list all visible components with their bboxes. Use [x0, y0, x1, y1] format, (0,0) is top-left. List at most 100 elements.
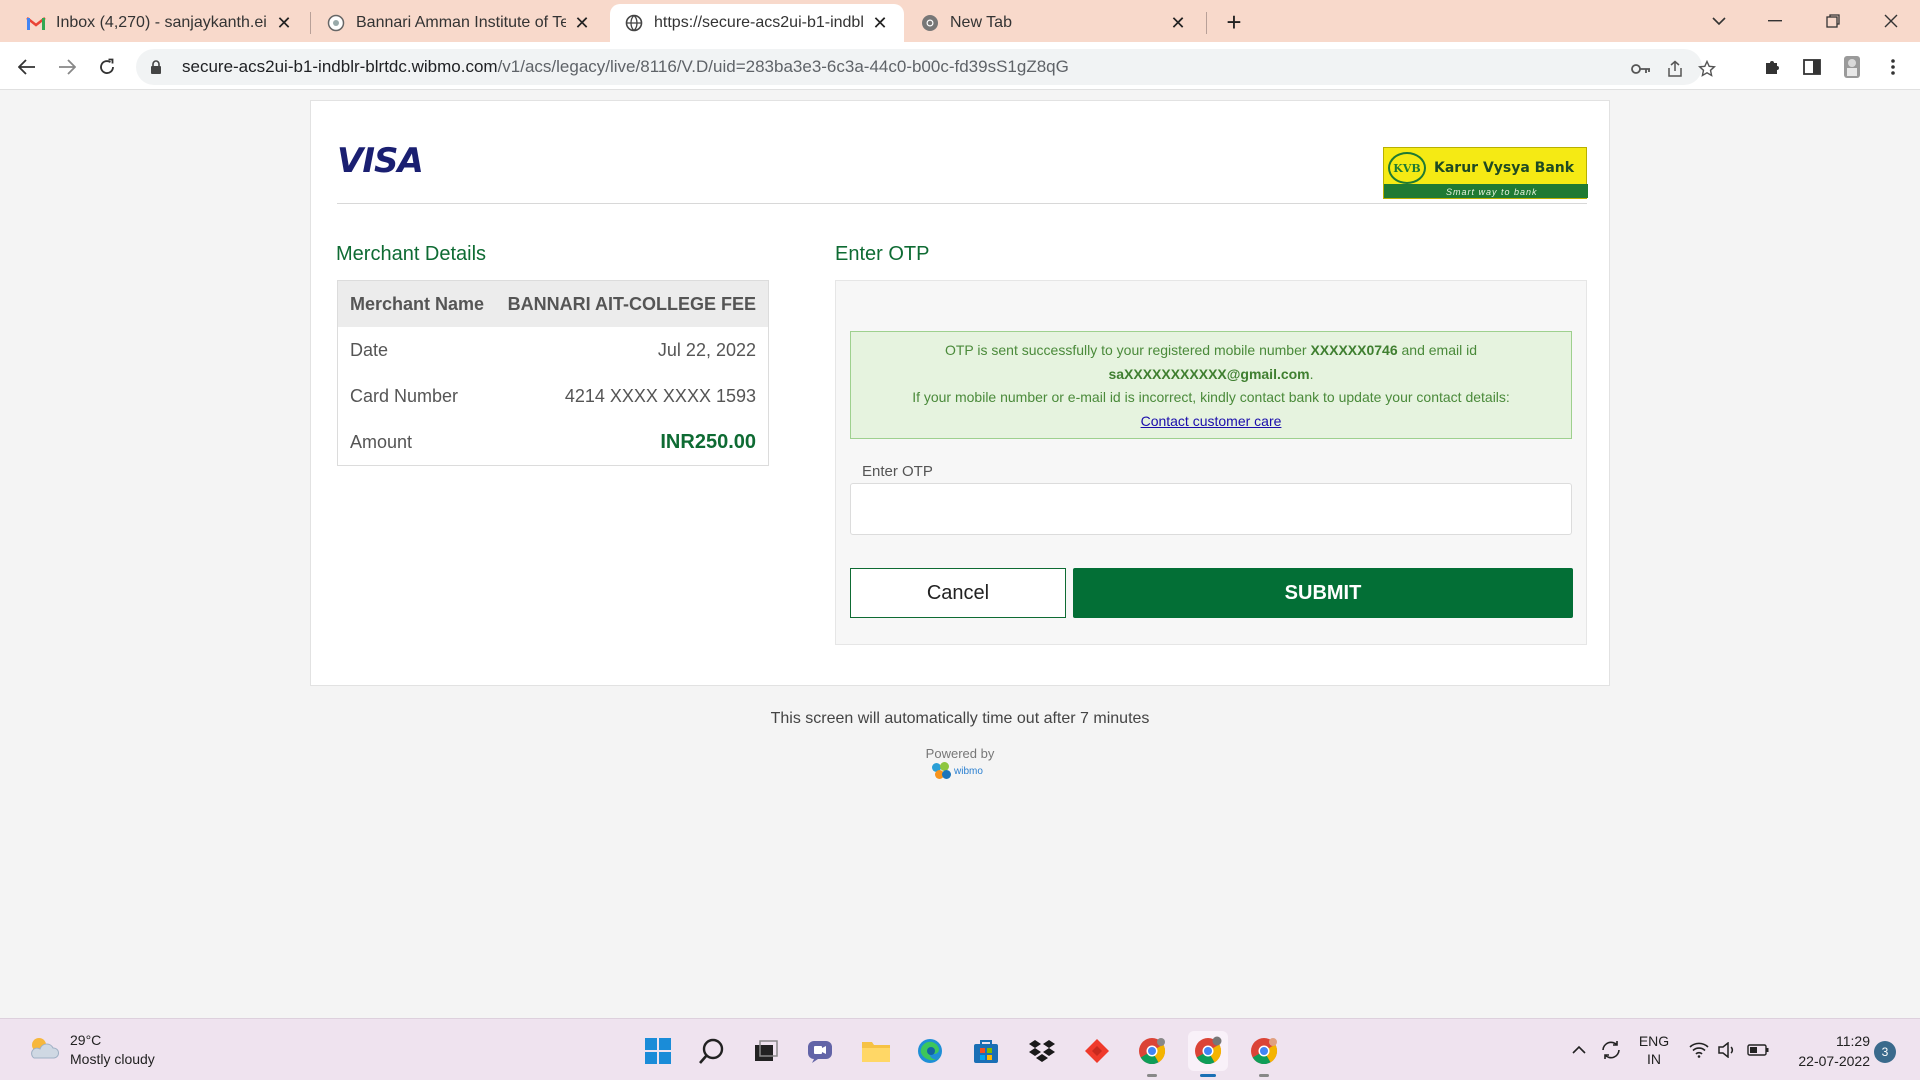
clock-date: 22-07-2022 [1798, 1053, 1870, 1069]
running-indicator [1147, 1074, 1157, 1077]
weather-widget[interactable]: 29°C Mostly cloudy [26, 1031, 155, 1069]
otp-panel: OTP is sent successfully to your registe… [835, 280, 1587, 645]
cancel-button[interactable]: Cancel [850, 568, 1066, 618]
speaker-icon[interactable] [1714, 1019, 1740, 1080]
running-indicator [1259, 1074, 1269, 1077]
merchant-name-value: BANNARI AIT-COLLEGE FEE [507, 293, 756, 314]
powered-by-label: Powered by [925, 746, 995, 761]
otp-input[interactable] [850, 483, 1572, 535]
browser-toolbar: secure-acs2ui-b1-indblr-blrtdc.wibmo.com… [0, 42, 1920, 90]
merchant-details-table: Merchant Name BANNARI AIT-COLLEGE FEE Da… [337, 280, 769, 466]
forward-button[interactable] [50, 50, 84, 84]
restore-button[interactable] [1808, 0, 1858, 42]
kebab-menu-icon[interactable] [1882, 56, 1904, 78]
header-divider [337, 203, 1587, 204]
masked-email: saXXXXXXXXXXX@gmail.com [1108, 365, 1310, 382]
tab-secure-acs[interactable]: https://secure-acs2ui-b1-indblr-b ✕ [610, 4, 904, 42]
edge-browser-icon[interactable] [910, 1031, 950, 1071]
microsoft-store-icon[interactable] [966, 1031, 1006, 1071]
close-icon[interactable]: ✕ [572, 13, 592, 33]
wifi-icon[interactable] [1686, 1019, 1712, 1080]
key-icon[interactable] [1630, 58, 1652, 80]
notification-badge[interactable]: 3 [1874, 1041, 1896, 1063]
acs-card: VISA KVB Karur Vysya Bank Smart way to b… [310, 100, 1610, 686]
otp-field-label: Enter OTP [862, 463, 933, 480]
side-panel-icon[interactable] [1801, 56, 1823, 78]
tab-gmail[interactable]: Inbox (4,270) - sanjaykanth.ei19@ ✕ [12, 4, 308, 42]
language-indicator[interactable]: ENG IN [1632, 1019, 1676, 1080]
amount-value: INR250.00 [660, 430, 756, 453]
bank-tagline: Smart way to bank [1446, 187, 1538, 197]
close-window-button[interactable] [1866, 0, 1916, 42]
message-text: OTP is sent successfully to your registe… [944, 342, 1311, 358]
college-icon [326, 13, 346, 33]
wibmo-logo: wibmo [932, 762, 983, 780]
profile-avatar[interactable] [1841, 56, 1863, 78]
chrome-icon[interactable] [1132, 1031, 1172, 1077]
minimize-button[interactable] [1750, 0, 1800, 42]
file-explorer-icon[interactable] [856, 1031, 896, 1071]
tab-divider [310, 12, 311, 34]
back-button[interactable] [10, 50, 44, 84]
tab-bannari[interactable]: Bannari Amman Institute of Techn ✕ [312, 4, 606, 42]
bookmark-star-icon[interactable] [1696, 58, 1718, 80]
chrome-icon[interactable] [1188, 1031, 1228, 1077]
merchant-details-title: Merchant Details [336, 243, 487, 265]
anydesk-icon[interactable] [1077, 1031, 1117, 1071]
dropbox-icon[interactable] [1022, 1031, 1062, 1071]
url-host: secure-acs2ui-b1-indblr-blrtdc.wibmo.com [182, 57, 498, 76]
chrome-icon [920, 13, 940, 33]
partly-cloudy-icon [26, 1034, 60, 1067]
share-icon[interactable] [1664, 58, 1686, 80]
table-row: Merchant Name BANNARI AIT-COLLEGE FEE [338, 281, 768, 327]
tab-title: Bannari Amman Institute of Techn [356, 14, 566, 31]
reload-button[interactable] [90, 50, 124, 84]
close-icon[interactable]: ✕ [870, 13, 890, 33]
table-row: Amount INR250.00 [338, 419, 768, 465]
sync-icon[interactable] [1598, 1019, 1624, 1080]
tab-title: https://secure-acs2ui-b1-indblr-b [654, 14, 864, 31]
tab-divider [1206, 12, 1207, 34]
clock-time: 11:29 [1836, 1033, 1870, 1049]
submit-button[interactable]: SUBMIT [1073, 568, 1573, 618]
chrome-icon[interactable] [1244, 1031, 1284, 1077]
start-button[interactable] [638, 1031, 678, 1071]
wibmo-wordmark: wibmo [954, 765, 983, 777]
task-view-icon[interactable] [746, 1031, 786, 1071]
close-icon[interactable]: ✕ [274, 13, 294, 33]
masked-mobile: XXXXXX0746 [1310, 342, 1398, 358]
kvb-bank-logo: KVB Karur Vysya Bank Smart way to bank [1383, 147, 1588, 199]
running-indicator [1200, 1074, 1216, 1077]
url-path: /v1/acs/legacy/live/8116/V.D/uid=283ba3e… [497, 57, 1069, 76]
browser-tab-strip: Inbox (4,270) - sanjaykanth.ei19@ ✕ Bann… [0, 0, 1920, 42]
teams-chat-icon[interactable] [800, 1031, 840, 1071]
row-label: Merchant Name [350, 293, 485, 314]
system-clock[interactable]: 11:29 22-07-2022 [1786, 1031, 1870, 1071]
chevron-up-icon[interactable] [1568, 1019, 1590, 1080]
search-taskbar-icon[interactable] [692, 1031, 732, 1071]
battery-icon[interactable] [1744, 1019, 1772, 1080]
tab-title: New Tab [950, 14, 1012, 31]
tab-search-chevron-icon[interactable] [1694, 0, 1744, 42]
card-number-value: 4214 XXXX XXXX 1593 [564, 385, 756, 406]
language-code: ENG [1638, 1033, 1670, 1049]
message-text: . [1309, 365, 1314, 382]
close-icon[interactable]: ✕ [1168, 13, 1188, 33]
tab-new-tab[interactable]: New Tab ✕ [906, 4, 1202, 42]
new-tab-button[interactable]: + [1220, 7, 1248, 37]
message-text: If your mobile number or e-mail id is in… [912, 389, 1510, 405]
address-bar[interactable]: secure-acs2ui-b1-indblr-blrtdc.wibmo.com… [136, 49, 1716, 85]
kvb-badge: KVB [1388, 152, 1426, 184]
row-label: Amount [350, 431, 413, 452]
globe-icon [624, 13, 644, 33]
contact-customer-care-link[interactable]: Contact customer care [1141, 413, 1282, 429]
bank-name: Karur Vysya Bank [1434, 160, 1575, 176]
lock-icon[interactable] [150, 59, 166, 75]
tab-title: Inbox (4,270) - sanjaykanth.ei19@ [56, 14, 268, 31]
message-text: and email id [1397, 342, 1477, 358]
timeout-notice: This screen will automatically time out … [770, 710, 1150, 727]
extensions-puzzle-icon[interactable] [1761, 56, 1783, 78]
gmail-icon [26, 13, 46, 33]
date-value: Jul 22, 2022 [657, 339, 756, 360]
weather-temperature: 29°C [70, 1032, 102, 1048]
